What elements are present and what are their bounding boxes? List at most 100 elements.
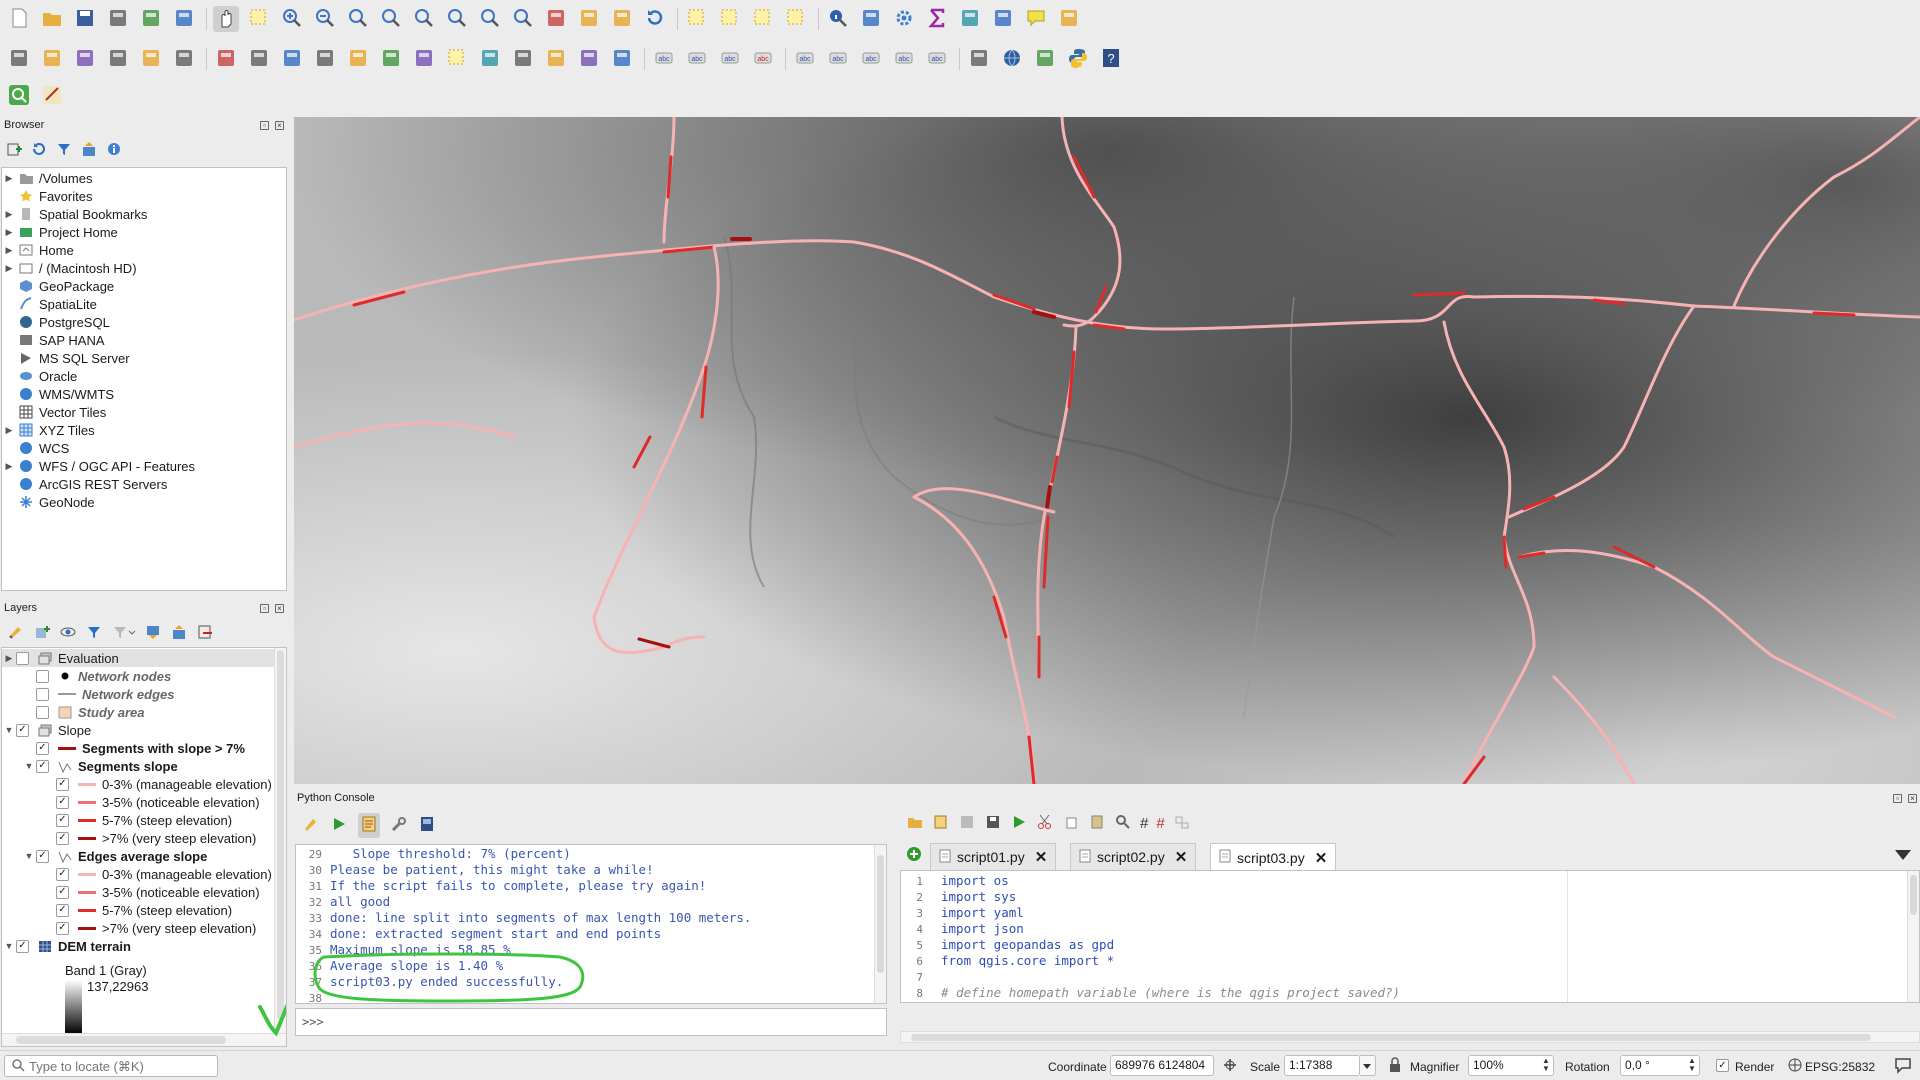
new-tab-icon[interactable] bbox=[906, 846, 922, 865]
temporal-controller-button[interactable] bbox=[609, 6, 635, 32]
label-toolbar-button[interactable]: abc bbox=[924, 46, 950, 72]
new-print-layout-button[interactable] bbox=[105, 6, 131, 32]
layer-item-0-3-manageable-elevation[interactable]: ✓ 0-3% (manageable elevation) bbox=[2, 865, 286, 883]
browser-item-wfs-ogc-api-features[interactable]: ▶ WFS / OGC API - Features bbox=[2, 457, 286, 475]
editor-scrollbar[interactable] bbox=[1907, 871, 1919, 1002]
select-location-button[interactable] bbox=[783, 6, 809, 32]
browser-item-ms-sql-server[interactable]: MS SQL Server bbox=[2, 349, 286, 367]
layer-item-segments-with-slope-7[interactable]: ✓ Segments with slope > 7% bbox=[2, 739, 286, 757]
pin-labels-button[interactable]: abc bbox=[684, 46, 710, 72]
editor-horizontal-scrollbar[interactable] bbox=[900, 1031, 1920, 1043]
rotation-spinner[interactable]: ▲ ▼ bbox=[1688, 1057, 1696, 1073]
copy-button[interactable] bbox=[510, 46, 536, 72]
pan-button[interactable] bbox=[213, 6, 239, 32]
crs-label[interactable]: EPSG:25832 bbox=[1805, 1060, 1875, 1074]
layer-item-7-very-steep-elevation[interactable]: ✓ >7% (very steep elevation) bbox=[2, 829, 286, 847]
layer-visibility-checkbox[interactable]: ✓ bbox=[36, 741, 49, 755]
save-project-button[interactable] bbox=[72, 6, 98, 32]
browser-item-xyz-tiles[interactable]: ▶ XYZ Tiles bbox=[2, 421, 286, 439]
close-tab-icon[interactable]: ✕ bbox=[1315, 849, 1328, 867]
browser-item-sap-hana[interactable]: SAP HANA bbox=[2, 331, 286, 349]
layer-item-5-7-steep-elevation[interactable]: ✓ 5-7% (steep elevation) bbox=[2, 811, 286, 829]
layer-visibility-checkbox[interactable]: ✓ bbox=[56, 831, 69, 845]
expand-arrow-icon[interactable]: ▼ bbox=[2, 941, 16, 951]
options-icon[interactable] bbox=[390, 815, 408, 836]
refresh-icon[interactable] bbox=[31, 141, 47, 160]
layer-item-slope[interactable]: ▼ ✓ Slope bbox=[2, 721, 286, 739]
editor-tab-script03-py[interactable]: script03.py ✕ bbox=[1210, 843, 1337, 871]
collapse-all-icon[interactable] bbox=[81, 141, 97, 160]
zoom-last-button[interactable] bbox=[477, 6, 503, 32]
layer-item-edges-average-slope[interactable]: ▼ ✓ Edges average slope bbox=[2, 847, 286, 865]
delete-selected-button[interactable] bbox=[444, 46, 470, 72]
browser-item-wcs[interactable]: WCS bbox=[2, 439, 286, 457]
layer-visibility-checkbox[interactable] bbox=[16, 651, 29, 665]
locator-search-button[interactable] bbox=[6, 83, 32, 109]
digitize-button[interactable] bbox=[105, 46, 131, 72]
code-editor[interactable]: 1 import os 2 import sys 3 import yaml 4 import… bbox=[900, 870, 1920, 1003]
console-input[interactable]: >>> bbox=[295, 1008, 887, 1036]
abc-label-button[interactable]: abc bbox=[717, 46, 743, 72]
identify-button[interactable] bbox=[825, 6, 851, 32]
undo-button[interactable] bbox=[576, 46, 602, 72]
browser-item-home[interactable]: ▶ Home bbox=[2, 241, 286, 259]
properties-icon[interactable] bbox=[106, 141, 122, 160]
expand-arrow-icon[interactable]: ▶ bbox=[2, 173, 16, 184]
open-data-source-manager-button[interactable] bbox=[6, 46, 32, 72]
layer-visibility-checkbox[interactable]: ✓ bbox=[36, 759, 49, 773]
browser-item-oracle[interactable]: Oracle bbox=[2, 367, 286, 385]
editor-tab-script01-py[interactable]: script01.py ✕ bbox=[930, 843, 1057, 870]
new-geopackage-layer-button[interactable] bbox=[39, 46, 65, 72]
new-bookmark-button[interactable] bbox=[543, 6, 569, 32]
layer-visibility-checkbox[interactable] bbox=[36, 705, 49, 719]
layer-visibility-checkbox[interactable]: ✓ bbox=[36, 849, 49, 863]
expand-arrow-icon[interactable]: ▼ bbox=[22, 851, 36, 861]
select-features-button[interactable] bbox=[684, 6, 710, 32]
layer-visibility-checkbox[interactable] bbox=[36, 687, 49, 701]
refresh-button[interactable] bbox=[642, 6, 668, 32]
expand-arrow-icon[interactable]: ▶ bbox=[2, 263, 16, 274]
browser-item-project-home[interactable]: ▶ Project Home bbox=[2, 223, 286, 241]
open-project-button[interactable] bbox=[39, 6, 65, 32]
layers-close-button[interactable]: × bbox=[275, 604, 284, 613]
open-in-external-editor-icon[interactable] bbox=[932, 813, 950, 834]
zoom-out-button[interactable] bbox=[312, 6, 338, 32]
georef-button[interactable] bbox=[966, 46, 992, 72]
layer-item-5-7-steep-elevation[interactable]: ✓ 5-7% (steep elevation) bbox=[2, 901, 286, 919]
show-hide-label-button[interactable]: abc bbox=[891, 46, 917, 72]
layer-visibility-checkbox[interactable]: ✓ bbox=[56, 903, 69, 917]
layers-float-button[interactable]: ▫ bbox=[260, 604, 269, 613]
locator-search-box[interactable] bbox=[4, 1055, 218, 1077]
expand-arrow-icon[interactable]: ▼ bbox=[2, 725, 16, 735]
coordinate-field[interactable]: 689976 6124804 bbox=[1110, 1055, 1214, 1076]
globe-button[interactable] bbox=[999, 46, 1025, 72]
browser-item-volumes[interactable]: ▶ /Volumes bbox=[2, 169, 286, 187]
browser-float-button[interactable]: ▫ bbox=[260, 121, 269, 130]
crs-icon[interactable] bbox=[1788, 1058, 1802, 1075]
python-button[interactable] bbox=[1065, 46, 1091, 72]
measure-button[interactable] bbox=[990, 6, 1016, 32]
layer-item-0-3-manageable-elevation[interactable]: ✓ 0-3% (manageable elevation) bbox=[2, 775, 286, 793]
comment-icon[interactable]: # bbox=[1140, 815, 1148, 832]
move-label-button[interactable]: abc bbox=[792, 46, 818, 72]
expand-arrow-icon[interactable]: ▶ bbox=[2, 245, 16, 256]
copy-icon[interactable] bbox=[1062, 813, 1080, 834]
console-float-button[interactable]: ▫ bbox=[1893, 794, 1902, 803]
browser-item-postgresql[interactable]: PostgreSQL bbox=[2, 313, 286, 331]
cut-icon[interactable] bbox=[1036, 813, 1054, 834]
layer-item-segments-slope[interactable]: ▼ ✓ Segments slope bbox=[2, 757, 286, 775]
toggle-editing-button[interactable] bbox=[246, 46, 272, 72]
layer-visibility-checkbox[interactable]: ✓ bbox=[56, 885, 69, 899]
layout-manager-button[interactable] bbox=[138, 6, 164, 32]
style-layer-icon[interactable] bbox=[8, 624, 25, 643]
layer-visibility-checkbox[interactable]: ✓ bbox=[56, 777, 69, 791]
object-inspector-icon[interactable] bbox=[1173, 813, 1191, 834]
layer-visibility-checkbox[interactable]: ✓ bbox=[56, 867, 69, 881]
layer-item-3-5-noticeable-elevation[interactable]: ✓ 3-5% (noticeable elevation) bbox=[2, 883, 286, 901]
layer-visibility-checkbox[interactable]: ✓ bbox=[56, 795, 69, 809]
toggle-extents-icon[interactable] bbox=[1222, 1057, 1238, 1076]
console-close-button[interactable]: × bbox=[1908, 794, 1917, 803]
layer-item-dem-terrain[interactable]: ▼ ✓ DEM terrain bbox=[2, 937, 286, 955]
remove-layer-icon[interactable] bbox=[197, 624, 214, 643]
expand-arrow-icon[interactable]: ▶ bbox=[2, 209, 16, 220]
